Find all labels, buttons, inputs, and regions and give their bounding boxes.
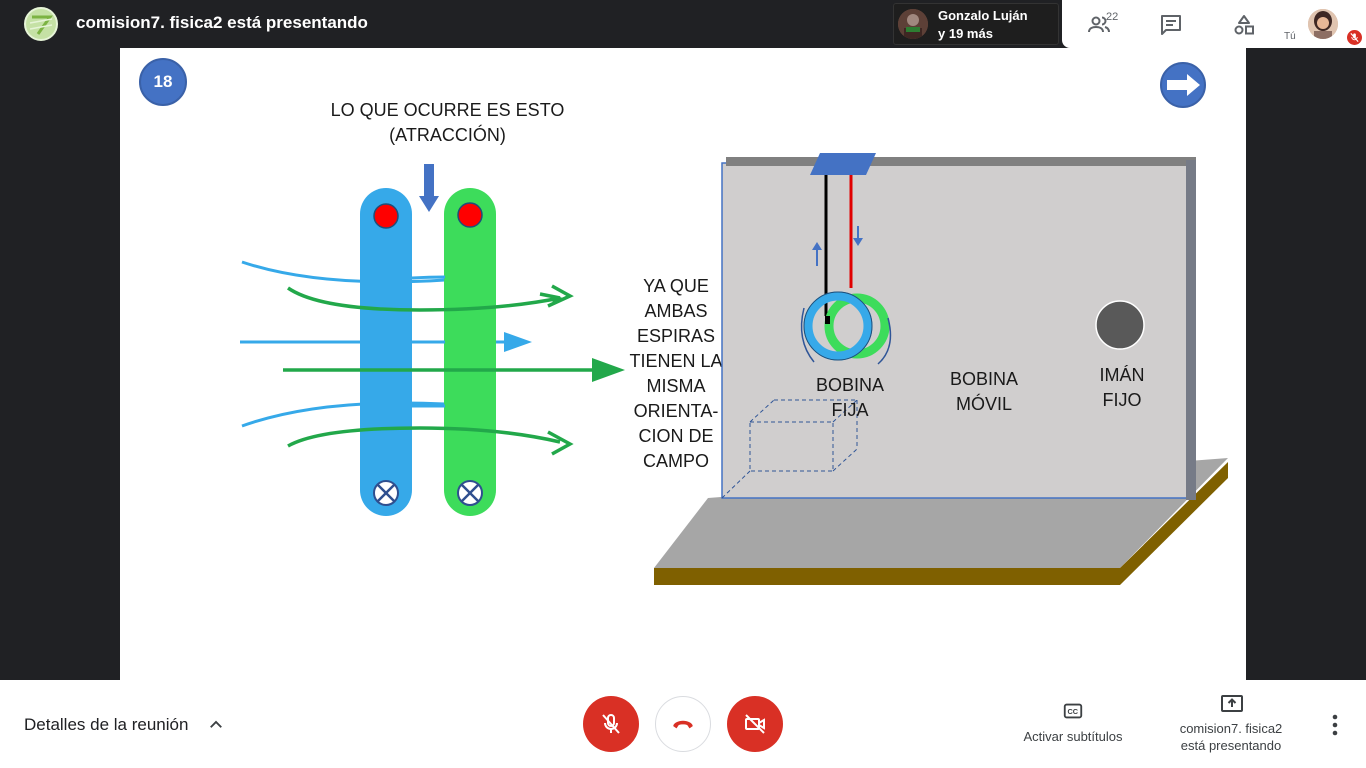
chat-icon xyxy=(1161,15,1181,35)
presenter-avatar-logo xyxy=(29,15,53,35)
activities-button[interactable] xyxy=(1229,10,1259,40)
present-icon xyxy=(1221,695,1243,712)
participants-chip[interactable]: Gonzalo Luján y 19 más xyxy=(893,3,1059,45)
camera-toggle-button[interactable] xyxy=(727,696,783,752)
label-line: MÓVIL xyxy=(955,394,1012,414)
label-line: BOBINA xyxy=(815,375,885,395)
self-mic-muted-indicator xyxy=(1347,30,1362,45)
top-bar: comision7. fisica2 está presentando Gonz… xyxy=(0,0,1366,48)
chat-button[interactable] xyxy=(1156,10,1186,40)
captions-icon: CC xyxy=(1063,703,1083,719)
hang-up-icon xyxy=(673,720,693,729)
self-label: Tú xyxy=(1284,31,1296,42)
presenting-label-line2: está presentando xyxy=(1180,738,1282,753)
self-avatar xyxy=(1308,9,1338,39)
label-bobina-fija: BOBINA FIJA xyxy=(810,373,890,423)
camera-off-icon xyxy=(745,714,765,734)
presenting-status-button[interactable]: comision7. fisica2 está presentando xyxy=(1170,692,1292,756)
participant-more-count: y 19 más xyxy=(938,26,993,41)
participant-name: Gonzalo Luján xyxy=(938,8,1028,23)
leave-call-button[interactable] xyxy=(655,696,711,752)
participant-avatar xyxy=(898,9,928,39)
presentation-slide: 18 LO QUE OCURRE ES ESTO (ATRACCIÓN) YA … xyxy=(120,48,1246,680)
mic-off-icon xyxy=(602,714,620,734)
chevron-up-icon[interactable] xyxy=(207,716,225,739)
captions-label: Activar subtítulos xyxy=(1023,729,1123,744)
more-vert-icon xyxy=(1332,714,1338,736)
label-iman-fijo: IMÁN FIJO xyxy=(1082,363,1162,413)
label-line: FIJA xyxy=(831,400,869,420)
apparatus-diagram xyxy=(654,153,1228,585)
label-line: BOBINA xyxy=(949,369,1019,389)
label-line: FIJO xyxy=(1102,390,1142,410)
presenting-title: comision7. fisica2 está presentando xyxy=(76,13,368,32)
captions-button[interactable]: CC Activar subtítulos xyxy=(1010,700,1136,750)
label-line: IMÁN xyxy=(1099,365,1145,385)
svg-text:CC: CC xyxy=(1068,707,1079,716)
mic-off-icon xyxy=(1350,32,1359,43)
presenter-avatar xyxy=(24,7,58,41)
fixed-magnet xyxy=(1095,300,1145,350)
presenting-label-line1: comision7. fisica2 xyxy=(1179,721,1283,736)
people-count-badge: 22 xyxy=(1106,11,1119,23)
activities-icon xyxy=(1234,15,1254,35)
label-bobina-movil: BOBINA MÓVIL xyxy=(944,367,1024,417)
more-options-button[interactable] xyxy=(1325,712,1345,738)
bottom-bar: Detalles de la reunión CC Activar subtít… xyxy=(0,680,1366,768)
microphone-toggle-button[interactable] xyxy=(583,696,639,752)
meeting-details-button[interactable]: Detalles de la reunión xyxy=(24,715,188,735)
